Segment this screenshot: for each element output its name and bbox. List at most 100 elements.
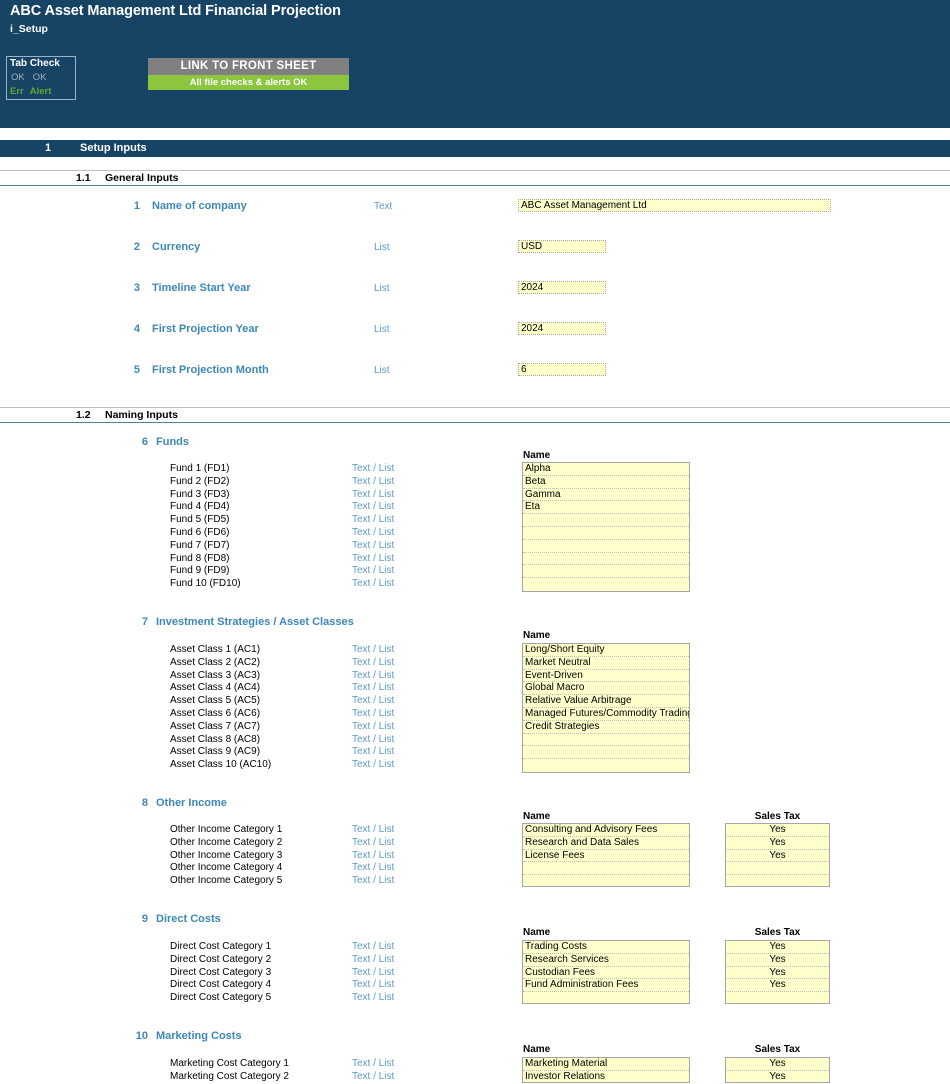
table-cell[interactable] bbox=[523, 553, 689, 566]
table-cell[interactable]: Yes bbox=[726, 837, 829, 850]
list-item-type: Text / List bbox=[352, 759, 395, 771]
subsection-number-2: 1.2 bbox=[76, 409, 91, 421]
column-header-sales-tax-other-income: Sales Tax bbox=[754, 811, 801, 822]
table-cell[interactable]: Global Macro bbox=[523, 682, 689, 696]
asset-classes-name-table[interactable]: Long/Short Equity Market Neutral Event-Dri… bbox=[522, 643, 690, 773]
table-cell[interactable]: Custodian Fees bbox=[523, 967, 689, 980]
table-cell[interactable] bbox=[523, 746, 689, 760]
currency-input[interactable]: USD bbox=[518, 240, 606, 253]
list-item-label: Fund 10 (FD10) bbox=[170, 578, 241, 590]
table-cell[interactable]: Gamma bbox=[523, 489, 689, 502]
column-header-name-asset-classes: Name bbox=[523, 630, 551, 641]
list-item-label: Marketing Cost Category 1 bbox=[170, 1058, 289, 1069]
table-cell[interactable] bbox=[523, 578, 689, 591]
list-item-label: Other Income Category 2 bbox=[170, 836, 283, 848]
direct-costs-sales-tax-table[interactable]: Yes Yes Yes Yes bbox=[725, 940, 830, 1004]
list-item-type: Text / List bbox=[352, 836, 395, 848]
table-cell[interactable]: Consulting and Advisory Fees bbox=[523, 824, 689, 837]
input-row-type-1: Text bbox=[374, 201, 393, 212]
marketing-costs-name-table[interactable]: Marketing Material Investor Relations bbox=[522, 1057, 690, 1083]
column-header-sales-tax-direct-costs: Sales Tax bbox=[754, 927, 801, 938]
table-cell[interactable]: Fund Administration Fees bbox=[523, 979, 689, 993]
list-item-type: Text / List bbox=[352, 644, 395, 655]
list-item-type: Text / List bbox=[352, 656, 395, 668]
table-cell[interactable]: Yes bbox=[726, 979, 829, 993]
workbook-title: ABC Asset Management Ltd Financial Proje… bbox=[10, 3, 341, 19]
table-cell[interactable] bbox=[523, 565, 689, 579]
list-item-label: Direct Cost Category 4 bbox=[170, 979, 272, 991]
table-cell[interactable]: Yes bbox=[726, 954, 829, 967]
list-item-label: Asset Class 3 (AC3) bbox=[170, 669, 261, 681]
list-item-label: Asset Class 4 (AC4) bbox=[170, 682, 261, 694]
table-cell[interactable]: Alpha bbox=[523, 463, 689, 476]
marketing-costs-sales-tax-table[interactable]: Yes Yes bbox=[725, 1057, 830, 1083]
list-item-label: Other Income Category 1 bbox=[170, 824, 283, 835]
subsection-general-inputs: 1.1 General Inputs bbox=[0, 170, 950, 186]
list-item-label: Fund 3 (FD3) bbox=[170, 488, 230, 500]
list-item-label: Asset Class 10 (AC10) bbox=[170, 759, 272, 771]
table-cell[interactable]: Yes bbox=[726, 850, 829, 863]
group-number-marketing-costs: 10 bbox=[135, 1030, 148, 1042]
timeline-start-year-input[interactable]: 2024 bbox=[518, 281, 606, 294]
first-projection-month-input[interactable]: 6 bbox=[518, 363, 606, 376]
input-row-label-currency: Currency bbox=[152, 241, 201, 253]
group-number-direct-costs: 9 bbox=[141, 913, 148, 925]
table-cell[interactable] bbox=[523, 862, 689, 876]
column-header-name-direct-costs: Name bbox=[523, 927, 551, 938]
table-cell[interactable]: Yes bbox=[726, 941, 829, 954]
table-cell[interactable]: Yes bbox=[726, 967, 829, 980]
list-item-type: Text / List bbox=[352, 746, 395, 758]
table-cell[interactable]: Managed Futures/Commodity Trading bbox=[523, 708, 689, 721]
table-cell[interactable]: Research Services bbox=[523, 954, 689, 967]
link-to-front-sheet-button[interactable]: LINK TO FRONT SHEET bbox=[148, 58, 349, 75]
input-row-label-first-projection-year: First Projection Year bbox=[152, 323, 259, 335]
list-item-type: Text / List bbox=[352, 849, 395, 861]
tab-check-err-label: Err bbox=[10, 86, 24, 97]
list-item-type: Text / List bbox=[352, 669, 395, 681]
table-cell[interactable]: Marketing Material bbox=[523, 1058, 689, 1071]
other-income-sales-tax-table[interactable]: Yes Yes Yes bbox=[725, 823, 830, 887]
table-cell[interactable] bbox=[726, 875, 829, 888]
first-projection-year-input[interactable]: 2024 bbox=[518, 322, 606, 335]
list-item-type: Text / List bbox=[352, 953, 395, 965]
table-cell[interactable]: Long/Short Equity bbox=[523, 644, 689, 657]
table-cell[interactable] bbox=[523, 527, 689, 540]
column-header-name-funds: Name bbox=[523, 450, 551, 461]
tab-check-status-row: OK OK bbox=[11, 72, 46, 83]
direct-costs-name-table[interactable]: Trading Costs Research Services Custodian … bbox=[522, 940, 690, 1004]
list-item-type: Text / List bbox=[352, 695, 395, 707]
list-item-label: Fund 4 (FD4) bbox=[170, 501, 230, 513]
table-cell[interactable] bbox=[523, 759, 689, 772]
list-item-label: Fund 8 (FD8) bbox=[170, 552, 230, 564]
table-cell[interactable]: Credit Strategies bbox=[523, 721, 689, 734]
table-cell[interactable] bbox=[523, 875, 689, 888]
subsection-number: 1.1 bbox=[76, 172, 91, 184]
name-of-company-input[interactable]: ABC Asset Management Ltd bbox=[518, 199, 831, 212]
table-cell[interactable]: Research and Data Sales bbox=[523, 837, 689, 850]
table-cell[interactable] bbox=[726, 992, 829, 1005]
table-cell[interactable]: Trading Costs bbox=[523, 941, 689, 954]
funds-name-table[interactable]: Alpha Beta Gamma Eta bbox=[522, 462, 690, 592]
table-cell[interactable]: Yes bbox=[726, 1058, 829, 1071]
list-item-type: Text / List bbox=[352, 733, 395, 745]
other-income-name-table[interactable]: Consulting and Advisory Fees Research and… bbox=[522, 823, 690, 887]
table-cell[interactable]: Relative Value Arbitrage bbox=[523, 695, 689, 708]
table-cell[interactable] bbox=[726, 862, 829, 876]
file-checks-status-banner: All file checks & alerts OK bbox=[148, 75, 349, 90]
table-cell[interactable]: License Fees bbox=[523, 850, 689, 863]
table-cell[interactable]: Market Neutral bbox=[523, 657, 689, 670]
table-cell[interactable] bbox=[523, 992, 689, 1005]
input-row-label-timeline-start-year: Timeline Start Year bbox=[152, 282, 251, 294]
list-item-type: Text / List bbox=[352, 966, 395, 978]
list-item-type: Text / List bbox=[352, 552, 395, 564]
list-item-type: Text / List bbox=[352, 463, 395, 474]
table-cell[interactable]: Yes bbox=[726, 824, 829, 837]
table-cell[interactable]: Eta bbox=[523, 501, 689, 515]
table-cell[interactable]: Event-Driven bbox=[523, 670, 689, 683]
table-cell[interactable]: Beta bbox=[523, 476, 689, 489]
list-item-type: Text / List bbox=[352, 862, 395, 874]
table-cell[interactable] bbox=[523, 514, 689, 527]
table-cell[interactable] bbox=[523, 540, 689, 553]
table-cell[interactable] bbox=[523, 734, 689, 747]
list-item-type: Text / List bbox=[352, 565, 395, 577]
